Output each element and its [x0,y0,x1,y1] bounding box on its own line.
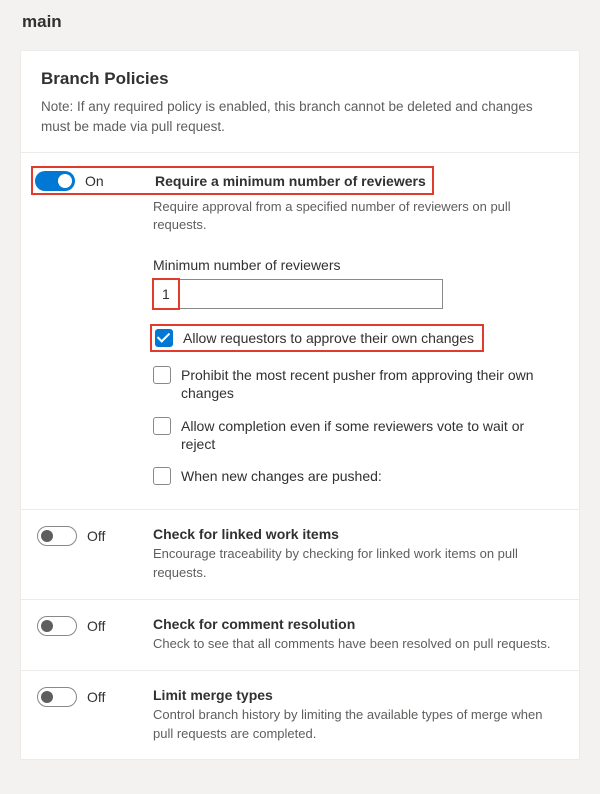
min-reviewers-label: Minimum number of reviewers [153,257,559,273]
policy-limit-merge-types: Off Limit merge types Control branch his… [21,671,579,760]
option-prohibit-pusher-row: Prohibit the most recent pusher from app… [153,366,559,402]
checkbox-new-changes[interactable] [153,467,171,485]
policy-title: Check for linked work items [153,526,559,542]
toggle-require-reviewers[interactable] [35,171,75,191]
toggle-state-label: Off [87,618,105,634]
policy-desc: Require approval from a specified number… [153,198,559,236]
page-title: main [0,0,600,40]
option-new-changes-row: When new changes are pushed: [153,467,559,485]
reviewer-options-list: Allow requestors to approve their own ch… [153,327,559,485]
checkbox-label: Allow requestors to approve their own ch… [183,330,474,346]
policy-comment-resolution: Off Check for comment resolution Check t… [21,600,579,671]
section-note: Note: If any required policy is enabled,… [41,97,559,138]
toggle-comment-resolution[interactable] [37,616,77,636]
toggle-linked-work-items[interactable] [37,526,77,546]
option-allow-completion-row: Allow completion even if some reviewers … [153,417,559,453]
card-header: Branch Policies Note: If any required po… [21,51,579,153]
toggle-state-label: Off [87,528,105,544]
policy-title: Require a minimum number of reviewers [155,173,426,189]
checkbox-prohibit-pusher[interactable] [153,366,171,384]
toggle-state-label: Off [87,689,105,705]
checkbox-label: Prohibit the most recent pusher from app… [181,366,559,402]
policy-linked-work-items: Off Check for linked work items Encourag… [21,510,579,600]
min-reviewers-input[interactable] [153,279,443,309]
checkbox-allow-completion[interactable] [153,417,171,435]
toggle-state-label: On [85,173,104,189]
policy-title: Limit merge types [153,687,559,703]
highlighted-policy-header: On Require a minimum number of reviewers [37,169,559,196]
branch-policies-card: Branch Policies Note: If any required po… [20,50,580,760]
section-title: Branch Policies [41,69,559,89]
option-allow-self-row: Allow requestors to approve their own ch… [153,327,559,352]
policy-desc: Encourage traceability by checking for l… [153,545,559,583]
policy-desc: Check to see that all comments have been… [153,635,559,654]
checkbox-label: Allow completion even if some reviewers … [181,417,559,453]
policy-require-reviewers: On Require a minimum number of reviewers… [21,153,579,511]
toggle-limit-merge-types[interactable] [37,687,77,707]
policy-desc: Control branch history by limiting the a… [153,706,559,744]
checkbox-allow-self[interactable] [155,329,173,347]
policy-title: Check for comment resolution [153,616,559,632]
min-reviewers-field: Minimum number of reviewers [153,257,559,309]
checkbox-label: When new changes are pushed: [181,467,382,485]
